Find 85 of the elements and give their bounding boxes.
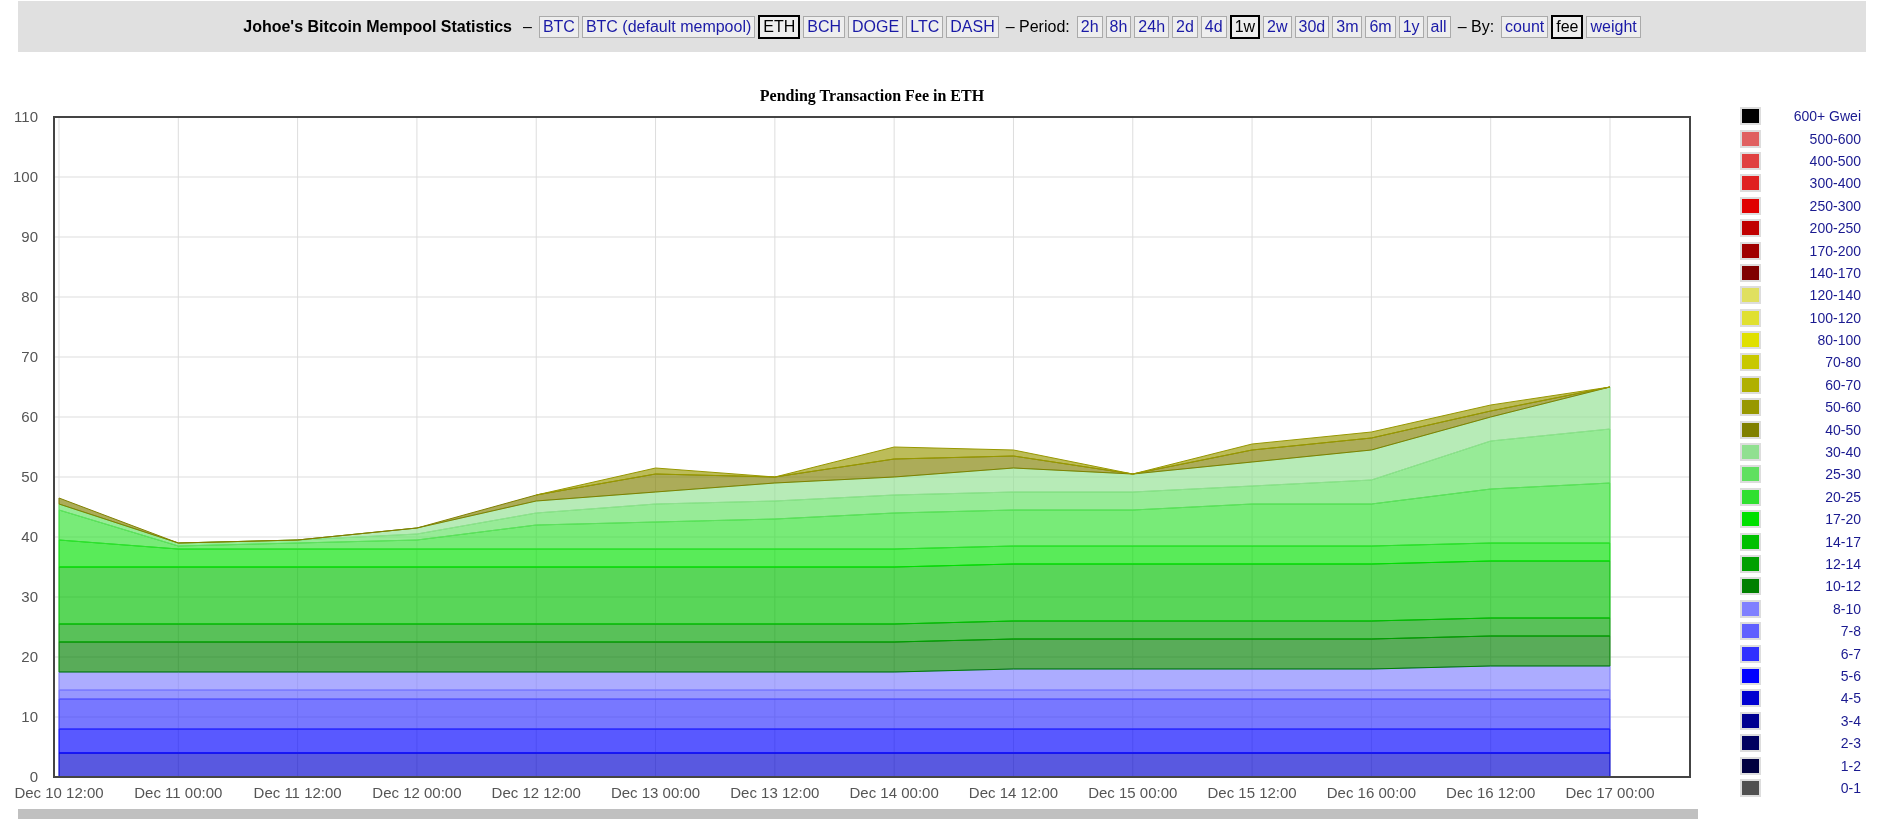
x-tick-label: Dec 12 12:00	[491, 784, 581, 801]
y-tick-label: 60	[21, 408, 38, 425]
x-tick-label: Dec 16 12:00	[1446, 784, 1536, 801]
legend-label: 50-60	[1824, 399, 1861, 416]
legend-label: 8-10	[1831, 600, 1861, 617]
chart-title: Pending Transaction Fee in ETH	[759, 87, 985, 104]
legend-label: 14-17	[1824, 533, 1861, 550]
legend-label: 0-1	[1839, 779, 1861, 796]
y-tick-label: 110	[14, 108, 38, 125]
legend-label: 250-300	[1808, 197, 1861, 214]
legend-label: 600+ Gwei	[1792, 108, 1861, 125]
x-tick-label: Dec 17 00:00	[1565, 784, 1655, 801]
legend-label: 200-250	[1808, 220, 1861, 237]
nav-link[interactable]: weight	[1586, 15, 1641, 38]
x-tick-label: Dec 10 12:00	[14, 784, 104, 801]
y-tick-label: 40	[21, 528, 38, 545]
y-tick-label: 0	[29, 768, 38, 785]
separator: –	[523, 17, 532, 36]
y-tick-label: 10	[21, 708, 38, 725]
nav-link[interactable]: LTC	[906, 15, 944, 38]
legend-label: 140-170	[1808, 264, 1861, 281]
x-tick-label: Dec 15 12:00	[1207, 784, 1297, 801]
by-label: – By:	[1457, 17, 1495, 36]
nav-link[interactable]: 2w	[1263, 15, 1292, 38]
legend-label: 30-40	[1824, 444, 1861, 461]
legend-label: 10-12	[1824, 578, 1861, 595]
legend-label: 12-14	[1824, 556, 1861, 572]
x-tick-label: Dec 14 12:00	[968, 784, 1059, 801]
x-tick-label: Dec 12 00:00	[372, 784, 462, 801]
nav-link[interactable]: 30d	[1294, 15, 1330, 38]
legend-label: 5-6	[1839, 667, 1861, 684]
legend-label: 25-30	[1824, 466, 1861, 483]
nav-link[interactable]: 4d	[1200, 15, 1227, 38]
nav-link[interactable]: DOGE	[848, 15, 904, 38]
nav-link[interactable]: BCH	[803, 15, 846, 38]
nav-link[interactable]: 8h	[1105, 15, 1132, 38]
nav-link[interactable]: count	[1501, 15, 1549, 38]
nav-link[interactable]: 6m	[1365, 15, 1396, 38]
nav-link[interactable]: 3m	[1332, 15, 1363, 38]
site-title: Johoe's Bitcoin Mempool Statistics	[243, 17, 512, 36]
legend-label: 17-20	[1824, 511, 1861, 528]
legend-label: 40-50	[1824, 421, 1861, 438]
y-tick-label: 70	[21, 348, 38, 365]
legend-label: 300-400	[1808, 175, 1861, 192]
nav-link[interactable]: fee	[1551, 14, 1584, 39]
legend-label: 170-200	[1808, 242, 1861, 259]
nav-link[interactable]: DASH	[946, 15, 999, 38]
y-tick-label: 50	[21, 468, 38, 485]
legend-label: 500-600	[1808, 130, 1861, 147]
nav-link[interactable]: 2d	[1172, 15, 1198, 38]
period-label: – Period:	[1005, 17, 1070, 36]
x-tick-label: Dec 15 00:00	[1088, 784, 1178, 801]
nav-link[interactable]: BTC (default mempool)	[581, 15, 756, 38]
x-tick-label: Dec 14 00:00	[849, 784, 939, 801]
legend-label: 6-7	[1839, 645, 1861, 662]
nav-link[interactable]: ETH	[758, 14, 801, 39]
nav-link[interactable]: 1w	[1229, 14, 1261, 39]
legend-label: 1-2	[1839, 757, 1861, 774]
nav-link[interactable]: 2h	[1076, 15, 1103, 38]
nav-link[interactable]: all	[1426, 15, 1451, 38]
scrollbar[interactable]	[18, 809, 1698, 819]
nav-link[interactable]: 24h	[1134, 15, 1170, 38]
y-tick-label: 80	[21, 288, 38, 305]
legend-label: 60-70	[1824, 376, 1861, 393]
legend-label: 4-5	[1839, 690, 1861, 707]
legend-label: 400-500	[1808, 152, 1861, 169]
legend-label: 100-120	[1808, 309, 1861, 326]
legend-label: 120-140	[1808, 287, 1861, 304]
x-tick-label: Dec 16 00:00	[1326, 784, 1416, 801]
legend-label: 70-80	[1824, 354, 1861, 371]
x-tick-label: Dec 11 12:00	[253, 784, 342, 801]
nav-link[interactable]: BTC	[538, 15, 579, 38]
legend-label: 7-8	[1839, 623, 1861, 640]
y-tick-label: 20	[21, 648, 38, 665]
y-tick-label: 100	[12, 168, 38, 185]
x-tick-label: Dec 11 00:00	[134, 784, 223, 801]
x-tick-label: Dec 13 00:00	[610, 784, 701, 801]
legend-label: 3-4	[1839, 712, 1861, 729]
y-tick-label: 30	[21, 588, 38, 605]
legend-label: 2-3	[1839, 735, 1861, 752]
legend-label: 20-25	[1824, 488, 1861, 505]
legend-label: 80-100	[1816, 332, 1861, 349]
y-tick-label: 90	[21, 228, 38, 245]
x-tick-label: Dec 13 12:00	[730, 784, 820, 801]
nav-link[interactable]: 1y	[1398, 15, 1424, 38]
